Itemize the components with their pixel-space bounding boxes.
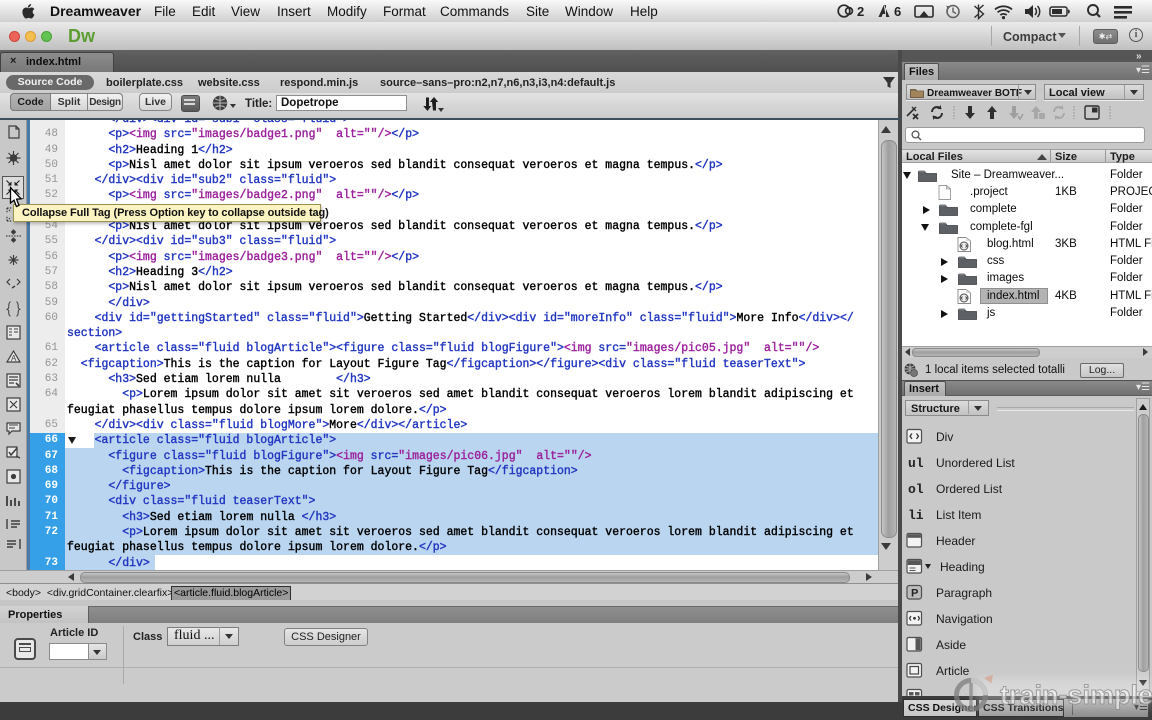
svg-text:6: 6 xyxy=(894,4,901,19)
svg-text:train-simple-: train-simple- xyxy=(1000,680,1152,710)
svg-text:ol: ol xyxy=(908,482,923,497)
svg-text:ul: ul xyxy=(908,456,923,471)
svg-text:2: 2 xyxy=(857,4,864,19)
svg-text:li: li xyxy=(908,508,923,523)
svg-text:P: P xyxy=(911,588,918,600)
